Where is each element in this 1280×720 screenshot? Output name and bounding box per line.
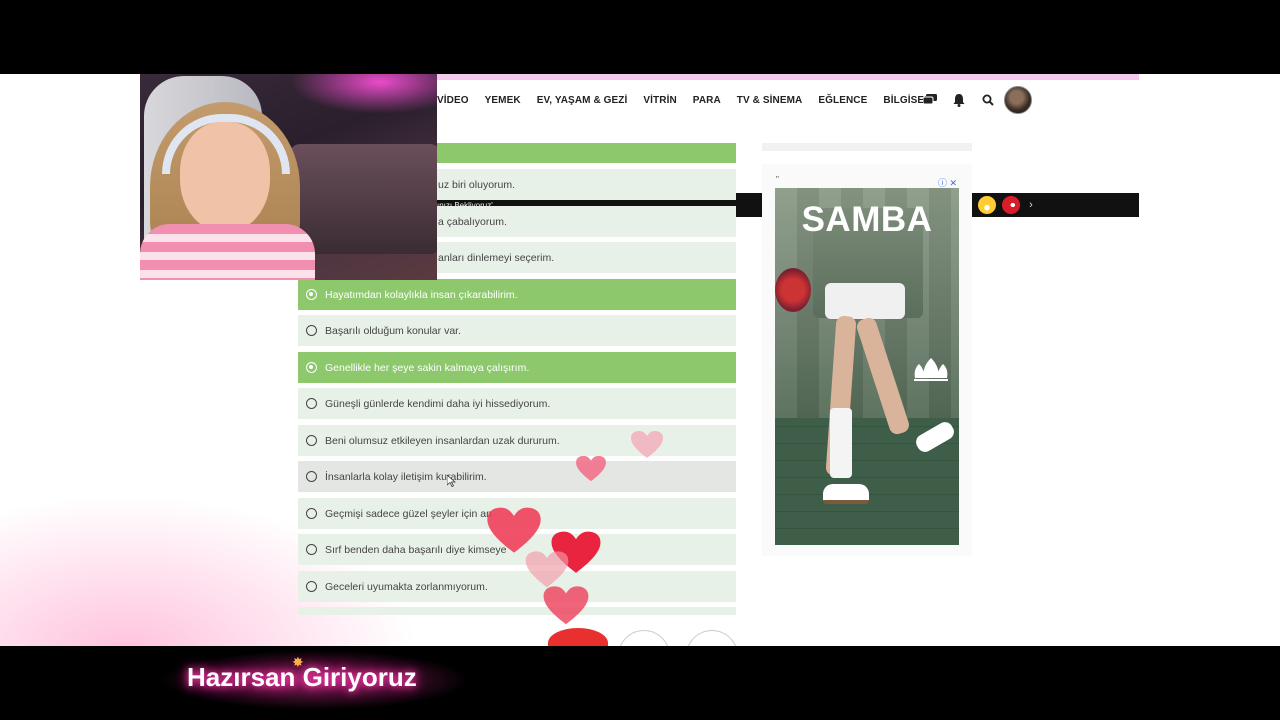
survey-option-selected[interactable]: Genellikle her şeye sakin kalmaya çalışı… <box>298 352 736 383</box>
nav-item-eglence[interactable]: EĞLENCE <box>818 95 867 106</box>
mouse-cursor-icon <box>447 475 456 487</box>
bell-icon[interactable] <box>951 92 967 108</box>
stream-frame: VİDEO YEMEK EV, YAŞAM & GEZİ VİTRİN PARA… <box>0 0 1280 720</box>
survey-option-partial <box>298 607 736 615</box>
nav-item-video[interactable]: VİDEO <box>437 95 469 106</box>
radio-unchecked-icon[interactable] <box>306 325 317 336</box>
survey-option[interactable]: Başarılı olduğum konular var. <box>298 315 736 346</box>
survey-option-label: Genellikle her şeye sakin kalmaya çalışı… <box>325 361 530 374</box>
search-icon[interactable] <box>980 92 996 108</box>
radio-unchecked-icon[interactable] <box>306 471 317 482</box>
nav-icon-group <box>922 92 996 108</box>
survey-option-label: Sırf benden daha başarılı diye kimseye <box>325 543 507 556</box>
heart-icon <box>631 431 663 458</box>
nav-item-yemek[interactable]: YEMEK <box>485 95 521 106</box>
webcam-bed <box>290 144 437 254</box>
radio-checked-icon[interactable] <box>306 362 317 373</box>
ad-pompom-icon <box>775 268 811 312</box>
nav-item-para[interactable]: PARA <box>693 95 721 106</box>
adidas-logo-icon <box>914 358 948 381</box>
heart-icon <box>543 586 589 625</box>
survey-option[interactable]: Beni olumsuz etkileyen insanlardan uzak … <box>298 425 736 456</box>
samba-ad[interactable]: SAMBA <box>775 188 959 545</box>
nav-item-ev-yasam-gezi[interactable]: EV, YAŞAM & GEZİ <box>537 95 628 106</box>
streamer-webcam <box>140 74 437 280</box>
survey-option-label: Beni olumsuz etkileyen insanlardan uzak … <box>325 434 560 447</box>
survey-option-label: Geçmişi sadece güzel şeyler için an <box>325 507 492 520</box>
heart-icon <box>576 455 606 482</box>
webcam-neon-light <box>290 74 437 114</box>
top-navigation: VİDEO YEMEK EV, YAŞAM & GEZİ VİTRİN PARA… <box>437 86 1139 114</box>
survey-option-label: anları dinlemeyi seçerim. <box>438 251 555 264</box>
survey-option-label: Başarılı olduğum konular var. <box>325 324 461 337</box>
radio-unchecked-icon[interactable] <box>306 581 317 592</box>
heart-icon <box>525 551 569 588</box>
user-avatar[interactable] <box>1004 86 1032 114</box>
survey-option[interactable]: Güneşli günlerde kendimi daha iyi hissed… <box>298 388 736 419</box>
survey-option-label: Geceleri uyumakta zorlanmıyorum. <box>325 580 488 593</box>
survey-option-hovered[interactable]: İnsanlarla kolay iletişim kurabilirim. <box>298 461 736 492</box>
ad-shoe-icon <box>823 484 869 504</box>
radio-unchecked-icon[interactable] <box>306 508 317 519</box>
survey-option-label: uz biri oluyorum. <box>438 178 516 191</box>
ad-figure-sock <box>830 408 852 478</box>
laugh-emoji-icon[interactable] <box>978 196 996 214</box>
nav-item-tv-sinema[interactable]: TV & SİNEMA <box>737 95 803 106</box>
ad-title: SAMBA <box>801 200 933 239</box>
comments-icon[interactable] <box>922 92 938 108</box>
survey-option-label: Hayatımdan kolaylıkla insan çıkarabiliri… <box>325 288 518 301</box>
radio-unchecked-icon[interactable] <box>306 398 317 409</box>
sidebar-strip <box>762 143 972 151</box>
survey-option-label: Güneşli günlerde kendimi daha iyi hissed… <box>325 397 551 410</box>
radio-checked-icon[interactable] <box>306 289 317 300</box>
header-accent-line <box>437 74 1139 80</box>
ticker-next-button[interactable]: › <box>1026 199 1036 211</box>
survey-option[interactable]: Geceleri uyumakta zorlanmıyorum. <box>298 571 736 602</box>
nav-item-vitrin[interactable]: VİTRİN <box>643 95 676 106</box>
radio-unchecked-icon[interactable] <box>306 435 317 446</box>
flag-icon[interactable] <box>1002 196 1020 214</box>
radio-unchecked-icon[interactable] <box>306 544 317 555</box>
survey-option-label: a çabalıyorum. <box>438 215 507 228</box>
heart-icon <box>487 507 541 553</box>
survey-option-selected[interactable]: Hayatımdan kolaylıkla insan çıkarabiliri… <box>298 279 736 310</box>
ad-quote-mark: " <box>776 175 779 184</box>
banner-title: Hazırsan Giriyoruz <box>187 662 417 692</box>
webcam-streamer-sweater <box>140 224 315 280</box>
survey-option-label: İnsanlarla kolay iletişim kurabilirim. <box>325 470 487 483</box>
ad-figure-shorts <box>825 283 905 319</box>
